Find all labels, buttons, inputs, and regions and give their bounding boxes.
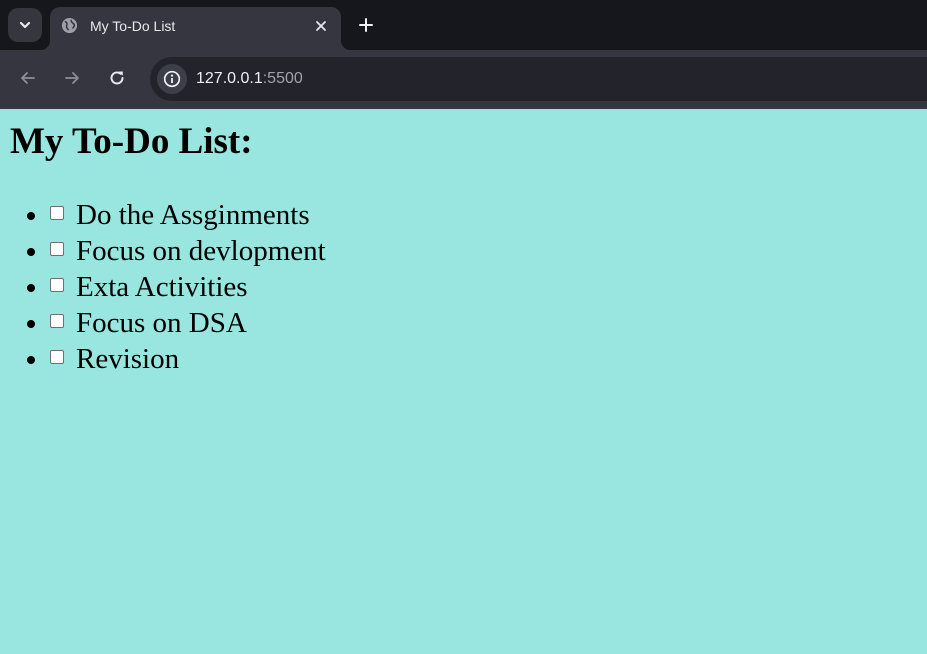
todo-checkbox[interactable] — [50, 314, 64, 328]
url-host: 127.0.0.1 — [196, 70, 263, 87]
page-title: My To-Do List: — [10, 121, 253, 162]
todo-item: Exta Activities — [50, 269, 326, 305]
page-viewport: My To-Do List: Do the Assginments Focus … — [0, 109, 927, 654]
todo-item: Focus on devlopment — [50, 233, 326, 269]
new-tab-button[interactable] — [352, 11, 380, 39]
address-bar[interactable]: 127.0.0.1:5500 — [150, 57, 927, 101]
tab-title: My To-Do List — [90, 18, 176, 34]
tab-close-button[interactable] — [311, 16, 331, 36]
reload-button[interactable] — [103, 64, 131, 92]
todo-label: Do the Assginments — [76, 199, 310, 231]
todo-checkbox[interactable] — [50, 278, 64, 292]
tab-active[interactable]: My To-Do List — [40, 7, 351, 50]
todo-label: Exta Activities — [76, 271, 248, 303]
todo-checkbox[interactable] — [50, 206, 64, 220]
url-text: 127.0.0.1:5500 — [196, 68, 303, 90]
info-icon — [163, 70, 181, 88]
globe-icon — [61, 17, 78, 34]
site-info-button[interactable] — [157, 64, 187, 94]
back-button[interactable] — [14, 64, 42, 92]
plus-icon — [359, 18, 373, 32]
todo-item: Focus on DSA — [50, 305, 326, 341]
reload-icon — [110, 71, 124, 85]
url-port: :5500 — [262, 70, 303, 87]
todo-item: Revision — [50, 341, 326, 377]
todo-item: Do the Assginments — [50, 197, 326, 233]
todo-checkbox[interactable] — [50, 242, 64, 256]
todo-label: Focus on devlopment — [76, 235, 326, 267]
browser-toolbar: 127.0.0.1:5500 — [0, 50, 927, 109]
tab-strip: My To-Do List — [0, 0, 927, 50]
todo-label: Revision — [76, 343, 180, 375]
arrow-left-icon — [21, 72, 35, 84]
todo-label: Focus on DSA — [76, 307, 247, 339]
tab-search-button[interactable] — [8, 8, 42, 42]
forward-button[interactable] — [58, 64, 86, 92]
todo-checkbox[interactable] — [50, 350, 64, 364]
todo-list: Do the Assginments Focus on devlopment E… — [0, 197, 326, 377]
browser-window: My To-Do List 127.0.0.1:5500 My To-Do Li… — [0, 0, 927, 654]
chevron-down-icon — [19, 21, 31, 29]
close-icon — [316, 21, 326, 31]
arrow-right-icon — [65, 72, 79, 84]
